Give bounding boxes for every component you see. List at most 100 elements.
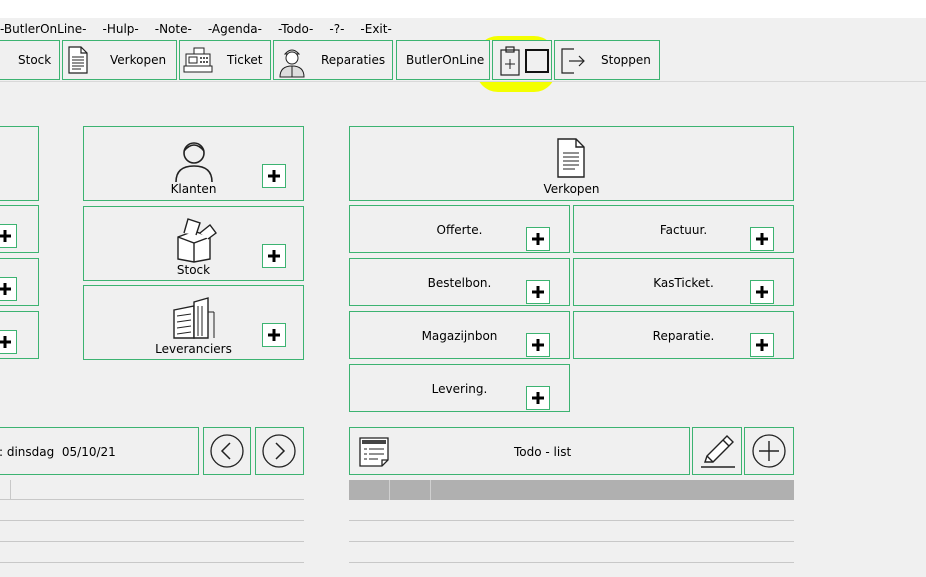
levering-tile[interactable]: Levering. xyxy=(349,364,570,412)
plus-icon xyxy=(756,233,768,245)
add-offerte-button[interactable] xyxy=(526,227,550,251)
stock-tile[interactable]: Stock xyxy=(83,206,304,281)
left-tile-2[interactable] xyxy=(0,258,39,306)
agenda-date-text: : dinsdag 05/10/21 xyxy=(0,445,116,459)
table-row[interactable] xyxy=(349,521,794,542)
toolbar: Stock Verkopen Ticket Reparaties ButlerO… xyxy=(0,40,926,82)
chevron-left-icon xyxy=(210,434,244,468)
title-strip xyxy=(0,0,926,18)
cash-register-icon xyxy=(183,47,213,73)
todo-header: Todo - list xyxy=(349,427,690,475)
table-row[interactable] xyxy=(349,500,794,521)
square-icon xyxy=(525,49,549,73)
add-stock-button[interactable] xyxy=(262,244,286,268)
plus-icon xyxy=(268,250,280,262)
table-row[interactable] xyxy=(0,521,304,542)
stoppen-toolbar-button[interactable]: Stoppen xyxy=(554,40,660,80)
left-tile-3[interactable] xyxy=(0,311,39,359)
agenda-date-bar: : dinsdag 05/10/21 xyxy=(0,427,199,475)
repairman-icon xyxy=(279,49,305,78)
butleronline-toolbar-label: ButlerOnLine xyxy=(406,53,485,67)
plus-icon xyxy=(756,339,768,351)
verkopen-tile[interactable]: Verkopen xyxy=(349,126,794,201)
plus-icon xyxy=(532,339,544,351)
menu-todo[interactable]: -Todo- xyxy=(278,22,313,36)
add-factuur-button[interactable] xyxy=(750,227,774,251)
todo-grid[interactable] xyxy=(349,480,794,577)
magazijnbon-tile[interactable]: Magazijnbon xyxy=(349,311,570,359)
menu-hulp[interactable]: -Hulp- xyxy=(102,22,138,36)
add-klant-button[interactable] xyxy=(262,164,286,188)
reparaties-toolbar-button[interactable]: Reparaties xyxy=(273,40,393,80)
building-icon xyxy=(173,297,215,339)
add-todo-button[interactable] xyxy=(744,427,794,475)
plus-icon xyxy=(0,230,11,242)
menu-bar: -ButlerOnLine- -Hulp- -Note- -Agenda- -T… xyxy=(0,18,926,40)
plus-icon xyxy=(532,392,544,404)
pencil-icon xyxy=(701,435,735,468)
add-kasticket-button[interactable] xyxy=(750,280,774,304)
klanten-tile[interactable]: Klanten xyxy=(83,126,304,201)
plus-icon xyxy=(268,329,280,341)
reparaties-toolbar-label: Reparaties xyxy=(321,53,386,67)
add-bestelbon-button[interactable] xyxy=(526,280,550,304)
left-tile-top[interactable] xyxy=(0,126,39,201)
agenda-grid[interactable] xyxy=(0,480,304,577)
edit-todo-button[interactable] xyxy=(692,427,742,475)
plus-icon xyxy=(0,283,11,295)
table-row[interactable] xyxy=(349,542,794,563)
todo-title: Todo - list xyxy=(514,445,572,459)
plus-circle-icon xyxy=(752,434,786,468)
stock-toolbar-button[interactable]: Stock xyxy=(0,40,60,80)
add-magazijnbon-button[interactable] xyxy=(526,333,550,357)
menu-exit[interactable]: -Exit- xyxy=(360,22,391,36)
agenda-grid-header xyxy=(0,480,304,500)
table-row[interactable] xyxy=(0,500,304,521)
verkopen-label: Verkopen xyxy=(543,182,600,196)
add-button[interactable] xyxy=(0,224,17,248)
exit-icon xyxy=(561,48,585,74)
table-row[interactable] xyxy=(0,563,304,577)
note-toolbar-button[interactable] xyxy=(492,40,552,80)
offerte-tile[interactable]: Offerte. xyxy=(349,205,570,253)
next-day-button[interactable] xyxy=(255,427,304,475)
ticket-toolbar-button[interactable]: Ticket xyxy=(179,40,271,80)
box-icon xyxy=(177,218,217,263)
stoppen-toolbar-label: Stoppen xyxy=(601,53,651,67)
menu-help[interactable]: -?- xyxy=(329,22,344,36)
todo-grid-header xyxy=(349,480,794,500)
document-icon xyxy=(68,46,88,74)
customer-icon xyxy=(175,142,213,183)
plus-icon xyxy=(268,170,280,182)
ticket-toolbar-label: Ticket xyxy=(227,53,263,67)
document-icon xyxy=(557,138,585,178)
todo-list-icon xyxy=(359,437,389,467)
reparatie-tile[interactable]: Reparatie. xyxy=(573,311,794,359)
butleronline-toolbar-button[interactable]: ButlerOnLine xyxy=(396,40,490,80)
verkopen-toolbar-button[interactable]: Verkopen xyxy=(62,40,177,80)
bestelbon-tile[interactable]: Bestelbon. xyxy=(349,258,570,306)
leveranciers-tile[interactable]: Leveranciers xyxy=(83,285,304,360)
menu-note[interactable]: -Note- xyxy=(155,22,192,36)
table-row[interactable] xyxy=(0,542,304,563)
chevron-right-icon xyxy=(262,434,296,468)
plus-icon xyxy=(532,233,544,245)
clipboard-add-icon xyxy=(500,46,520,76)
plus-icon xyxy=(0,336,11,348)
add-levering-button[interactable] xyxy=(526,386,550,410)
verkopen-toolbar-label: Verkopen xyxy=(110,53,167,67)
table-row[interactable] xyxy=(349,563,794,577)
add-reparatie-button[interactable] xyxy=(750,333,774,357)
kasticket-tile[interactable]: KasTicket. xyxy=(573,258,794,306)
menu-butleronline[interactable]: -ButlerOnLine- xyxy=(0,22,86,36)
previous-day-button[interactable] xyxy=(203,427,251,475)
add-leverancier-button[interactable] xyxy=(262,323,286,347)
plus-icon xyxy=(532,286,544,298)
add-button[interactable] xyxy=(0,330,17,354)
plus-icon xyxy=(756,286,768,298)
add-button[interactable] xyxy=(0,277,17,301)
menu-agenda[interactable]: -Agenda- xyxy=(208,22,262,36)
stock-toolbar-label: Stock xyxy=(18,53,52,67)
factuur-tile[interactable]: Factuur. xyxy=(573,205,794,253)
left-tile-1[interactable] xyxy=(0,205,39,253)
